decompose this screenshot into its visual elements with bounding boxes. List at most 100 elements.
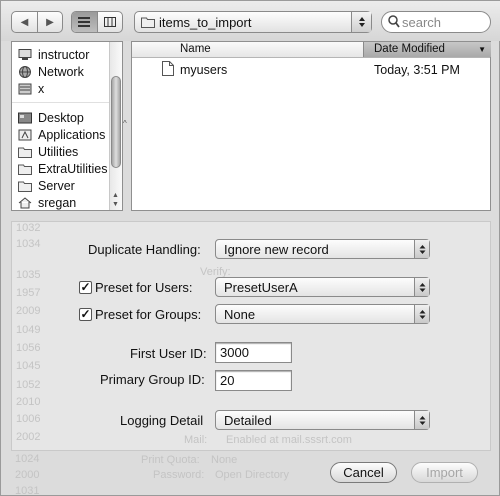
sidebar-item-label: Desktop (38, 110, 84, 125)
drive-icon (18, 83, 32, 94)
sidebar-item-server[interactable]: Server (18, 177, 75, 194)
sidebar-item-sregan[interactable]: sregan (18, 194, 77, 210)
popup-arrows-icon (351, 12, 371, 32)
scroll-down-arrow-icon[interactable]: ▼ (112, 201, 119, 208)
desktop-icon (18, 112, 32, 123)
file-row[interactable]: myusers Today, 3:51 PM (132, 61, 490, 79)
button-label: Import (426, 465, 463, 480)
ghost-text: 1006 (16, 413, 41, 425)
ghost-text: Password: (153, 469, 205, 481)
column-view-icon (103, 17, 116, 27)
column-header: Name Date Modified ▼ (132, 42, 491, 58)
sidebar-item-label: sregan (38, 195, 77, 210)
sidebar-item-instructor[interactable]: instructor (18, 46, 89, 63)
import-button[interactable]: Import (411, 462, 478, 483)
sidebar-item-desktop[interactable]: Desktop (18, 109, 84, 126)
import-options-panel: 1032 1034 1035 1957 2009 1049 1056 1045 … (11, 221, 491, 451)
primary-group-id-field[interactable]: 20 (215, 370, 292, 391)
sidebar-scrollbar[interactable]: ▲ ▼ (109, 42, 122, 210)
ghost-text: 1045 (16, 360, 41, 372)
first-user-id-field[interactable]: 3000 (215, 342, 292, 363)
sidebar-scroll-thumb[interactable] (111, 76, 121, 168)
ghost-text: 2009 (16, 305, 41, 317)
splitter-arrow-icon: ^ (123, 119, 127, 128)
duplicate-handling-select[interactable]: Ignore new record (215, 239, 430, 259)
search-field[interactable]: search (381, 11, 491, 33)
preset-users-checkbox[interactable]: ✓ (79, 281, 92, 294)
split-view-handle[interactable]: ^ (123, 41, 131, 211)
search-placeholder: search (402, 15, 442, 30)
logging-detail-select[interactable]: Detailed (215, 410, 430, 430)
location-popup[interactable]: items_to_import (134, 11, 372, 33)
preset-groups-select[interactable]: None (215, 304, 430, 324)
sidebar-item-label: ExtraUtilities (38, 161, 108, 176)
back-arrow-icon: ◀ (20, 16, 29, 28)
sidebar-item-label: instructor (38, 47, 90, 62)
home-icon (18, 196, 32, 208)
column-header-label: Date Modified (374, 43, 445, 55)
list-view-button[interactable] (72, 12, 97, 32)
scroll-up-arrow-icon[interactable]: ▲ (112, 192, 119, 199)
applications-icon (18, 129, 32, 140)
ghost-text: 1957 (16, 287, 41, 299)
document-icon (162, 61, 174, 76)
ghost-text: 1056 (16, 342, 41, 354)
globe-icon (19, 65, 31, 78)
folder-icon (18, 147, 32, 158)
first-user-id-label: First User ID: (130, 346, 207, 361)
popup-arrows-icon (414, 411, 429, 429)
ghost-text: Enabled at mail.sssrt.com (226, 434, 352, 446)
preset-groups-checkbox[interactable]: ✓ (79, 308, 92, 321)
popup-arrows-icon (414, 305, 429, 323)
ghost-text: 1049 (16, 324, 41, 336)
file-date-modified: Today, 3:51 PM (374, 63, 460, 77)
view-mode-control (71, 11, 123, 33)
preset-groups-label: Preset for Groups: (95, 307, 202, 322)
location-label: items_to_import (159, 15, 252, 30)
select-value: Detailed (224, 413, 272, 428)
select-value: PresetUserA (224, 280, 298, 295)
ghost-text: Mail: (184, 434, 208, 446)
sidebar-item-x[interactable]: x (18, 80, 44, 97)
sidebar-item-label: Utilities (38, 144, 79, 159)
checkmark-icon: ✓ (80, 280, 91, 294)
computer-icon (18, 48, 32, 60)
sidebar-divider (12, 102, 112, 103)
back-button[interactable]: ◀ (12, 12, 37, 32)
ghost-text: 1052 (16, 379, 41, 391)
primary-group-id-label: Primary Group ID: (100, 372, 205, 387)
select-value: None (224, 307, 256, 322)
preset-users-select[interactable]: PresetUserA (215, 277, 430, 297)
popup-arrows-icon (414, 240, 429, 258)
sidebar-item-label: Network (38, 64, 84, 79)
toolbar: ◀ ▶ items_to_import search (1, 1, 500, 41)
sidebar-item-label: Applications (38, 127, 106, 142)
ghost-text: 1034 (16, 238, 41, 250)
column-header-date-modified[interactable]: Date Modified ▼ (363, 42, 491, 57)
select-value: Ignore new record (224, 242, 329, 257)
column-header-name[interactable]: Name (180, 43, 211, 55)
folder-icon (18, 181, 32, 192)
column-view-button[interactable] (96, 12, 122, 32)
folder-icon (18, 164, 32, 175)
sidebar-item-label: x (38, 81, 45, 96)
ghost-text: 1032 (16, 222, 41, 234)
sidebar: instructor Network x Desktop Application… (11, 41, 123, 211)
ghost-text: 1024 (15, 453, 40, 465)
sidebar-item-applications[interactable]: Applications (18, 126, 105, 143)
sort-descending-icon: ▼ (478, 45, 486, 54)
sidebar-item-utilities[interactable]: Utilities (18, 143, 78, 160)
ghost-text: 1035 (16, 269, 41, 281)
ghost-text: 2000 (15, 469, 40, 481)
preset-users-label: Preset for Users: (95, 280, 193, 295)
sidebar-item-network[interactable]: Network (18, 63, 84, 80)
ghost-text: None (211, 454, 238, 466)
sidebar-item-extrautilities[interactable]: ExtraUtilities (18, 160, 107, 177)
ghost-text: 2010 (16, 396, 41, 408)
forward-button[interactable]: ▶ (36, 12, 62, 32)
cancel-button[interactable]: Cancel (330, 462, 397, 483)
folder-icon (141, 17, 155, 28)
list-view-icon (78, 17, 91, 27)
import-dialog: ◀ ▶ items_to_import search instructor Ne… (0, 0, 500, 496)
file-list: Name Date Modified ▼ myusers Today, 3:51… (131, 41, 491, 211)
